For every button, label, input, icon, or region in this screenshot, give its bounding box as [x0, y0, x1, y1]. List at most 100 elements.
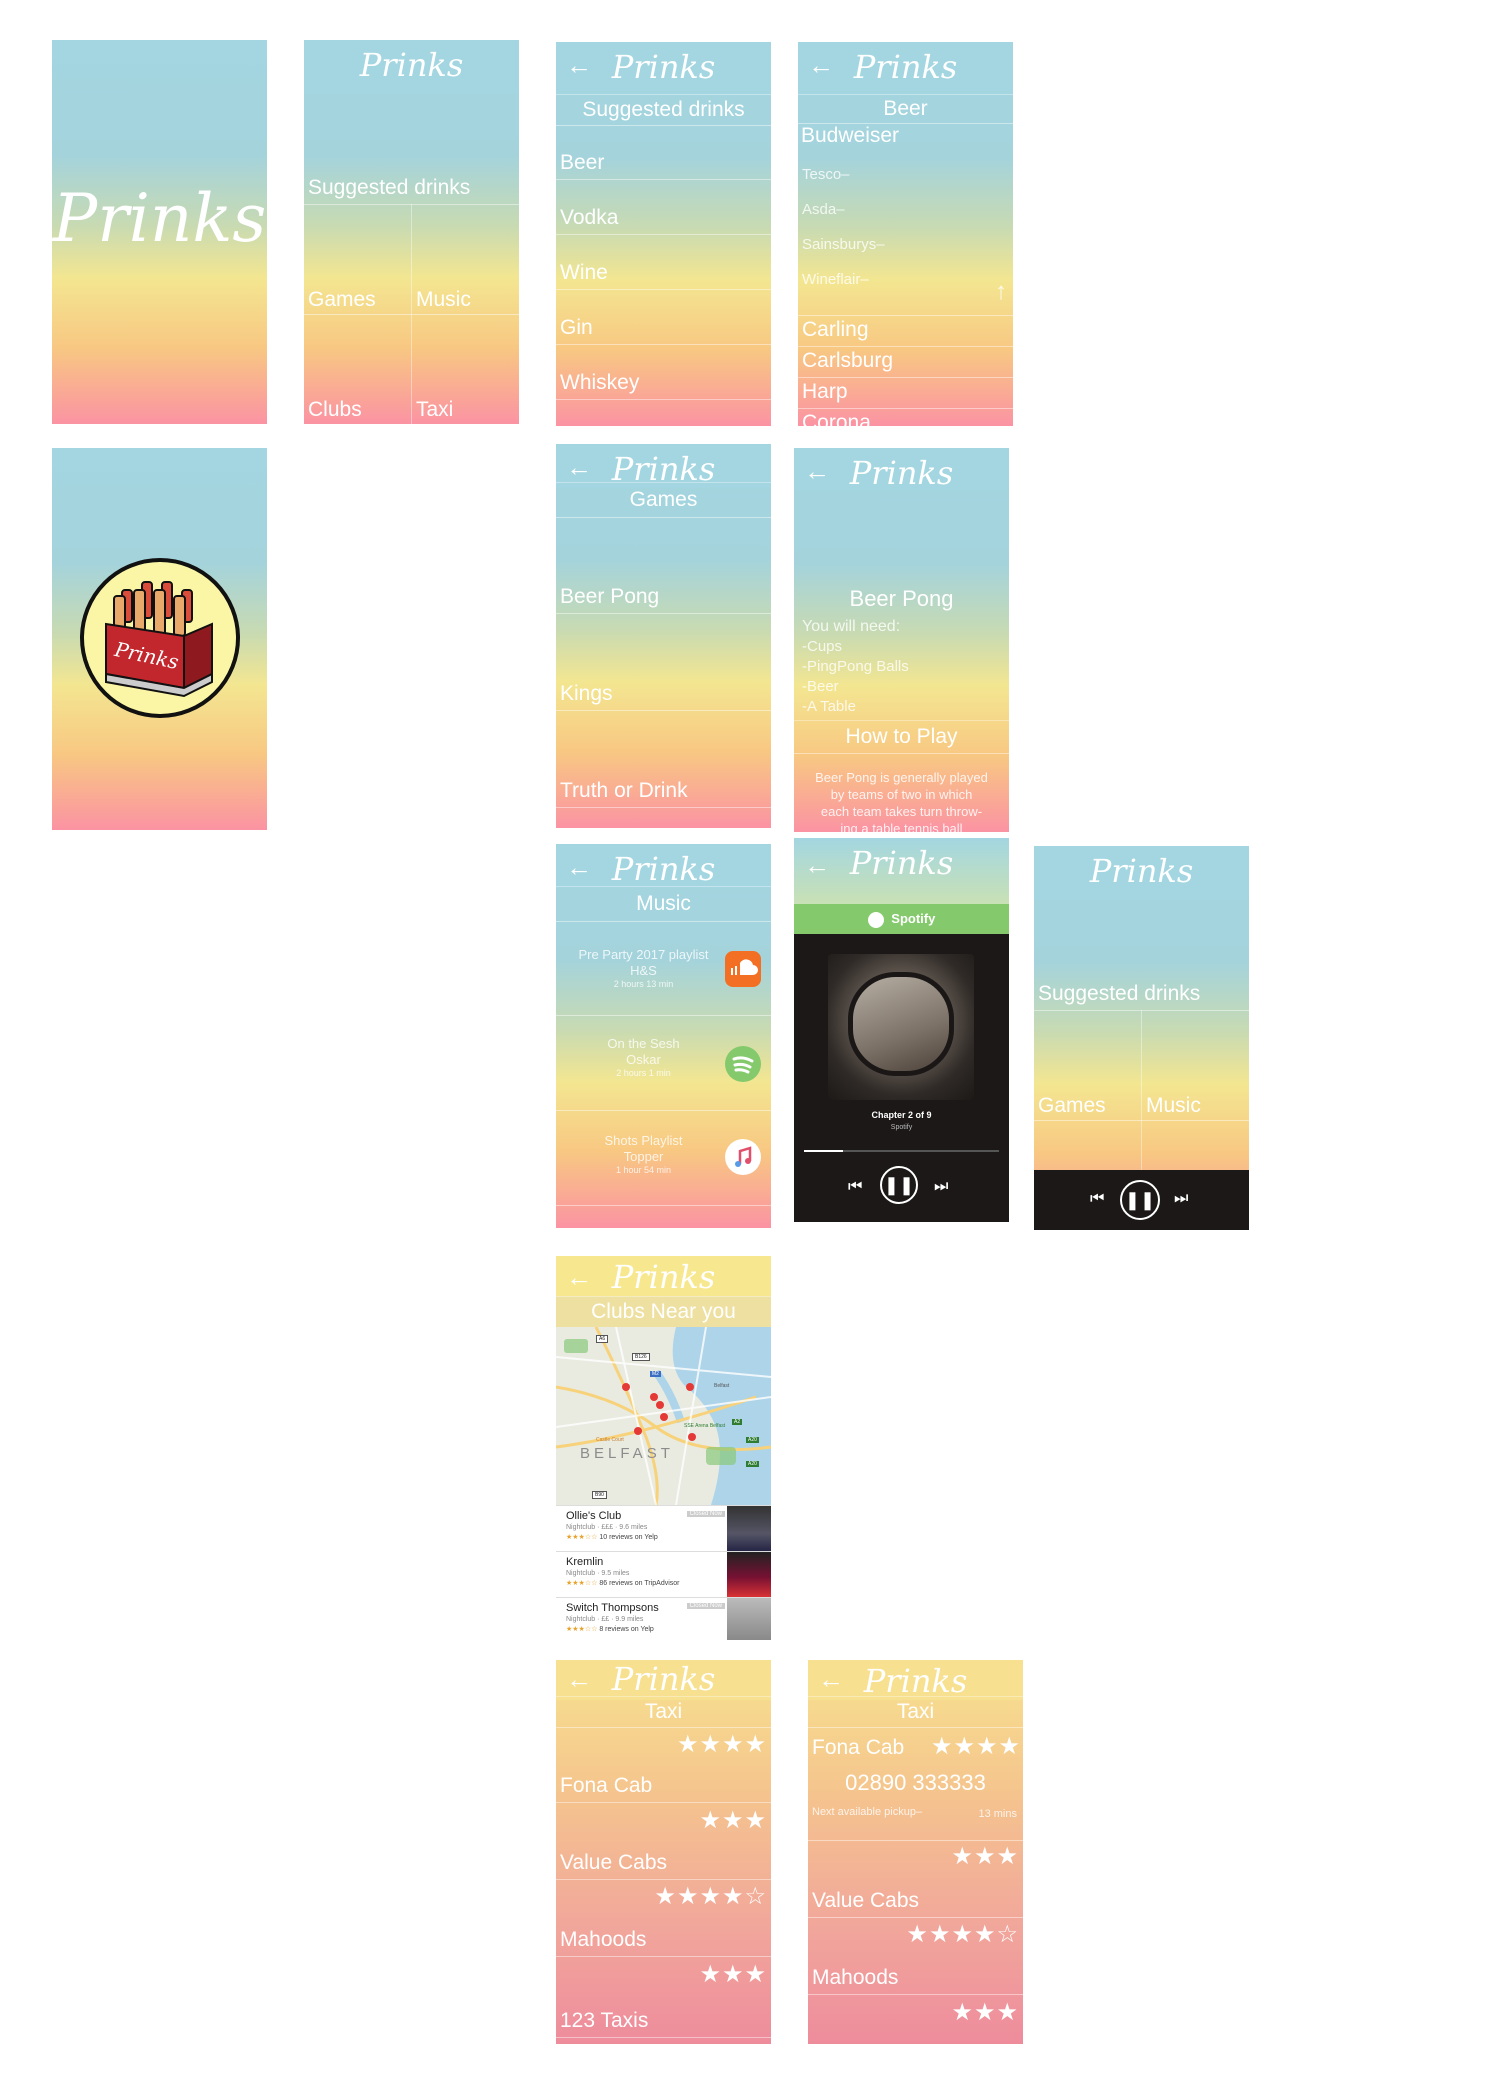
club-photo	[727, 1552, 771, 1598]
previous-icon[interactable]: ⏮	[1090, 1190, 1104, 1208]
store-asda[interactable]: Asda–	[802, 201, 845, 218]
stars: ★★★☆☆	[566, 1626, 598, 1633]
header: ← Prinks	[794, 838, 1009, 904]
header: ← Prinks	[808, 1660, 1023, 1700]
label: Mahoods	[812, 1966, 899, 1989]
beer-item-carling[interactable]: Carling	[798, 316, 1013, 347]
store-tesco[interactable]: Tesco–	[802, 166, 850, 183]
home-taxi[interactable]: Taxi	[416, 398, 453, 422]
club-rating: ★★★☆☆ 8 reviews on Yelp	[566, 1625, 654, 1633]
stars: ★★★☆☆	[566, 1534, 598, 1541]
home-suggested-drinks[interactable]: Suggested drinks	[304, 94, 519, 205]
section-title: Suggested drinks	[556, 94, 771, 126]
header: ← Prinks	[798, 42, 1013, 94]
playlist-item[interactable]: On the Sesh Oskar 2 hours 1 min	[556, 1016, 771, 1111]
club-name: Ollie's Club	[566, 1510, 622, 1522]
club-result[interactable]: Ollie's Club Closed Now Nightclub · £££ …	[556, 1505, 771, 1552]
howto-line: Beer Pong is generally played	[815, 770, 988, 785]
needs-label: You will need:	[802, 618, 901, 635]
spotify-bar[interactable]: Spotify	[794, 904, 1009, 934]
label: Harp	[802, 380, 848, 403]
drink-item-vodka[interactable]: Vodka	[556, 180, 771, 235]
club-name: Switch Thompsons	[566, 1602, 659, 1614]
header: ← Prinks	[556, 1660, 771, 1700]
app-title: Prinks	[611, 48, 716, 86]
home-music[interactable]: Music	[1146, 1094, 1201, 1118]
spotify-icon	[867, 911, 884, 928]
label: Value Cabs	[812, 1889, 920, 1912]
club-rating: ★★★☆☆ 86 reviews on TripAdvisor	[566, 1579, 680, 1587]
beer-pong-screen: ← Prinks Beer Pong You will need: -Cups …	[794, 448, 1009, 832]
header: Prinks	[304, 40, 519, 94]
club-details: Nightclub · £££ · 9.6 miles	[566, 1524, 648, 1531]
beer-item-corona[interactable]: Corona	[798, 409, 1013, 426]
home-suggested-drinks[interactable]: Suggested drinks	[1034, 900, 1249, 1011]
featured-beer: Budweiser	[801, 124, 900, 147]
label: Corona	[802, 411, 871, 426]
progress-track[interactable]	[804, 1150, 999, 1152]
taxi-company[interactable]: Value Cabs	[808, 1841, 1023, 1918]
taxi-company[interactable]: Mahoods	[556, 1880, 771, 1957]
drink-item-wine[interactable]: Wine	[556, 235, 771, 290]
label: Fona Cab	[560, 1774, 653, 1797]
next-icon[interactable]: ⏭	[1174, 1190, 1188, 1208]
pause-icon[interactable]: ❚❚	[1120, 1180, 1160, 1220]
drink-item-gin[interactable]: Gin	[556, 290, 771, 345]
playlist-item[interactable]: Pre Party 2017 playlist H&S 2 hours 13 m…	[556, 921, 771, 1016]
howto-line: each team takes turn throw-	[820, 804, 983, 819]
taxi-screen: ← Prinks Taxi ★★★★ Fona Cab ★★★ Value Ca…	[556, 1660, 771, 2044]
drink-item-beer[interactable]: Beer	[556, 125, 771, 180]
road-label: A6	[596, 1335, 609, 1343]
status-badge: Closed Now	[686, 1511, 725, 1517]
home-games[interactable]: Games	[1038, 1094, 1106, 1118]
club-photo	[727, 1598, 771, 1640]
soundcloud-icon	[725, 951, 761, 987]
beer-item-harp[interactable]: Harp	[798, 378, 1013, 409]
taxi-detail-screen: ← Prinks Taxi Fona Cab ★★★★ 02890 333333…	[808, 1660, 1023, 2044]
reviews: 10 reviews on Yelp	[599, 1534, 658, 1541]
home-player-screen: Prinks Suggested drinks Games Music ⏮ ❚❚…	[1034, 846, 1249, 1230]
drink-item-whiskey[interactable]: Whiskey	[556, 345, 771, 400]
previous-icon[interactable]: ⏮	[848, 1178, 862, 1196]
app-title: Prinks	[849, 844, 954, 882]
club-result[interactable]: Kremlin Nightclub · 9.5 miles ★★★☆☆ 86 r…	[556, 1551, 771, 1598]
taxi-company[interactable]: Fona Cab	[556, 1726, 771, 1803]
game-truth-or-drink[interactable]: Truth or Drink	[556, 711, 771, 808]
label: Suggested drinks	[1038, 982, 1201, 1005]
playlist-artist: Topper	[623, 1149, 664, 1164]
game-kings[interactable]: Kings	[556, 614, 771, 711]
header: ← Prinks	[794, 448, 1009, 492]
apple-music-icon	[725, 1139, 761, 1175]
next-icon[interactable]: ⏭	[934, 1178, 948, 1196]
club-result[interactable]: Switch Thompsons Closed Now Nightclub · …	[556, 1597, 771, 1640]
game-beer-pong[interactable]: Beer Pong	[556, 517, 771, 614]
game-name: Beer Pong	[849, 586, 954, 611]
beer-item-carlsburg[interactable]: Carlsburg	[798, 347, 1013, 378]
home-games[interactable]: Games	[308, 288, 376, 312]
progress-fill	[804, 1150, 843, 1152]
app-title: Prinks	[611, 1258, 716, 1296]
taxi-company[interactable]: Value Cabs	[556, 1803, 771, 1880]
section-title: Music	[556, 886, 771, 922]
need-item: -Cups	[802, 638, 843, 655]
pause-icon[interactable]: ❚❚	[880, 1166, 918, 1204]
home-music[interactable]: Music	[416, 288, 471, 312]
club-details: Nightclub · 9.5 miles	[566, 1570, 630, 1577]
app-title: Prinks	[1089, 852, 1194, 890]
music-screen: ← Prinks Music Pre Party 2017 playlist H…	[556, 844, 771, 1228]
taxi-company[interactable]: 123 Taxis	[556, 1957, 771, 2038]
taxi-company[interactable]: Mahoods	[808, 1918, 1023, 1995]
home-clubs[interactable]: Clubs	[308, 398, 362, 422]
map[interactable]: BELFAST Belfast SSE Arena Belfast Castle…	[556, 1327, 771, 1505]
album-art	[828, 954, 974, 1100]
label: Gin	[560, 316, 593, 339]
status-badge: Closed Now	[686, 1603, 725, 1609]
games-screen: ← Prinks Games Beer Pong Kings Truth or …	[556, 444, 771, 828]
label: Whiskey	[560, 371, 640, 394]
label: Truth or Drink	[560, 779, 688, 802]
club-name: Kremlin	[566, 1556, 604, 1568]
map-city-label: BELFAST	[580, 1445, 674, 1462]
playlist-artist: Oskar	[626, 1052, 661, 1067]
road-label: A20	[746, 1461, 759, 1467]
playlist-item[interactable]: Shots Playlist Topper 1 hour 54 min	[556, 1111, 771, 1206]
